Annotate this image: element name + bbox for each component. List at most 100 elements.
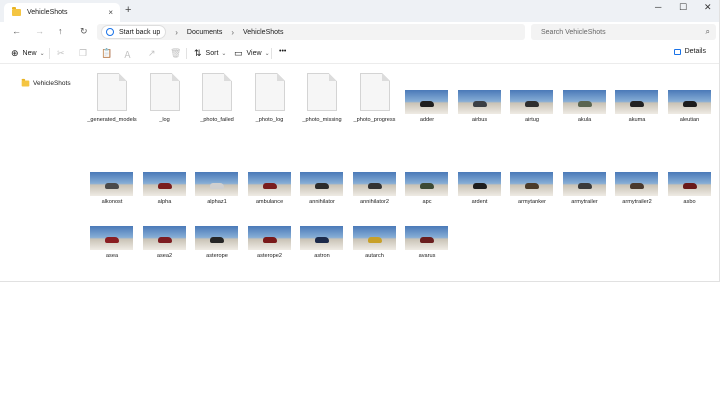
file-name: _photo_progress	[353, 117, 396, 123]
file-item-image[interactable]: ambulance	[245, 150, 295, 206]
toolbar-divider	[271, 48, 272, 59]
thumbnail-frame	[87, 68, 137, 114]
forward-button[interactable]: →	[35, 26, 44, 36]
breadcrumb-vehicleshots[interactable]: VehicleShots	[243, 29, 283, 36]
file-item-image[interactable]: alphaz1	[192, 150, 242, 206]
minimize-button[interactable]: ─	[655, 2, 661, 12]
document-icon	[202, 73, 232, 111]
file-item-document[interactable]: _photo_failed	[192, 68, 242, 124]
toolbar-divider	[49, 48, 50, 59]
file-item-image[interactable]: aleutian	[665, 68, 715, 124]
view-button[interactable]: ▭ View ⌄	[234, 48, 270, 59]
new-button[interactable]: ⊕ New ⌄	[11, 48, 45, 59]
file-item-image[interactable]: airtug	[507, 68, 557, 124]
file-name: _photo_missing	[302, 117, 342, 123]
sort-button[interactable]: ⇅ Sort ⌄	[194, 48, 226, 59]
vehicle-shape	[157, 183, 172, 189]
thumbnail-frame	[560, 150, 610, 196]
thumbnail-frame	[297, 68, 347, 114]
refresh-button[interactable]: ↻	[80, 26, 88, 37]
document-icon	[307, 73, 337, 111]
file-item-image[interactable]: akula	[560, 68, 610, 124]
file-item-image[interactable]: adder	[402, 68, 452, 124]
file-item-image[interactable]: alkonost	[87, 150, 137, 206]
thumbnail-frame	[192, 150, 242, 196]
file-name: akuma	[628, 117, 646, 123]
up-button[interactable]: ↑	[58, 26, 63, 36]
delete-button[interactable]: 🗑	[170, 48, 185, 59]
file-item-image[interactable]: astron	[297, 204, 347, 260]
back-button[interactable]: ←	[12, 26, 21, 36]
vehicle-shape	[367, 237, 382, 243]
file-item-image[interactable]: asterope2	[245, 204, 295, 260]
vehicle-shape	[525, 101, 539, 107]
file-item-image[interactable]: annihilator2	[350, 150, 400, 206]
new-tab-button[interactable]: +	[125, 4, 131, 16]
file-item-image[interactable]: asea2	[140, 204, 190, 260]
start-backup-button[interactable]: Start back up	[101, 25, 167, 39]
vehicle-shape	[262, 183, 277, 189]
file-item-image[interactable]: avarus	[402, 204, 452, 260]
address-box[interactable]: Start back up › Documents › VehicleShots	[97, 24, 525, 40]
file-item-image[interactable]: autarch	[350, 204, 400, 260]
cut-button[interactable]: ✂	[57, 48, 69, 59]
thumbnail-frame	[140, 68, 190, 114]
details-pane-icon	[673, 48, 681, 55]
rename-button[interactable]: Ａ	[123, 48, 136, 61]
vehicle-shape	[630, 101, 644, 107]
image-thumbnail	[142, 226, 186, 250]
file-item-document[interactable]: _generated_models	[87, 68, 137, 124]
file-item-document[interactable]: _photo_log	[245, 68, 295, 124]
file-item-image[interactable]: armytanker	[507, 150, 557, 206]
file-item-image[interactable]: asbo	[665, 150, 715, 206]
image-thumbnail	[195, 226, 238, 250]
file-item-image[interactable]: armytrailer2	[612, 150, 662, 206]
thumbnail-frame	[402, 204, 452, 250]
file-item-image[interactable]: akuma	[612, 68, 662, 124]
file-item-document[interactable]: _photo_progress	[350, 68, 400, 124]
details-label: Details	[684, 48, 706, 55]
share-button[interactable]: ↗	[148, 48, 160, 59]
thumbnail-frame	[297, 204, 347, 250]
details-button[interactable]: Details	[673, 48, 706, 55]
file-name: airtug	[525, 117, 539, 123]
thumbnail-frame	[350, 204, 400, 250]
thumbnail-frame	[455, 68, 505, 114]
copy-button[interactable]: ❐	[79, 48, 91, 59]
search-input[interactable]: Search VehicleShots ⌕	[531, 24, 716, 40]
file-name: asterope	[206, 253, 228, 259]
image-thumbnail	[300, 172, 343, 196]
thumbnail-frame	[350, 68, 400, 114]
close-tab-icon[interactable]: ×	[108, 8, 113, 17]
vehicle-shape	[210, 237, 224, 243]
file-item-image[interactable]: alpha	[140, 150, 190, 206]
file-item-document[interactable]: _photo_missing	[297, 68, 347, 124]
file-item-image[interactable]: asterope	[192, 204, 242, 260]
file-item-image[interactable]: apc	[402, 150, 452, 206]
breadcrumb-separator-icon: ›	[175, 27, 178, 37]
sidebar-item-vehicleshots[interactable]: VehicleShots	[21, 78, 71, 87]
close-window-button[interactable]: ✕	[704, 2, 712, 13]
tab-vehicleshots[interactable]: VehicleShots ×	[4, 3, 120, 22]
file-item-image[interactable]: asea	[87, 204, 137, 260]
file-item-image[interactable]: ardent	[455, 150, 505, 206]
file-name: armytanker	[518, 199, 546, 205]
file-name: _generated_models	[87, 117, 137, 123]
more-options-button[interactable]: •••	[279, 48, 286, 55]
file-item-image[interactable]: armytrailer	[560, 150, 610, 206]
document-icon	[149, 73, 180, 111]
file-item-image[interactable]: airbus	[455, 68, 505, 124]
maximize-button[interactable]: ☐	[679, 2, 687, 13]
thumbnail-frame	[245, 68, 295, 114]
image-thumbnail	[615, 172, 658, 196]
sidebar-item-label: VehicleShots	[33, 80, 71, 87]
search-icon: ⌕	[705, 27, 710, 36]
file-item-document[interactable]: _log	[140, 68, 190, 124]
folder-icon	[12, 7, 21, 16]
breadcrumb-documents[interactable]: Documents	[187, 29, 222, 36]
file-item-image[interactable]: annihilator	[297, 150, 347, 206]
vehicle-shape	[105, 237, 119, 243]
search-placeholder: Search VehicleShots	[541, 28, 606, 36]
paste-button[interactable]: 📋	[101, 48, 116, 59]
thumbnail-frame	[297, 150, 347, 196]
